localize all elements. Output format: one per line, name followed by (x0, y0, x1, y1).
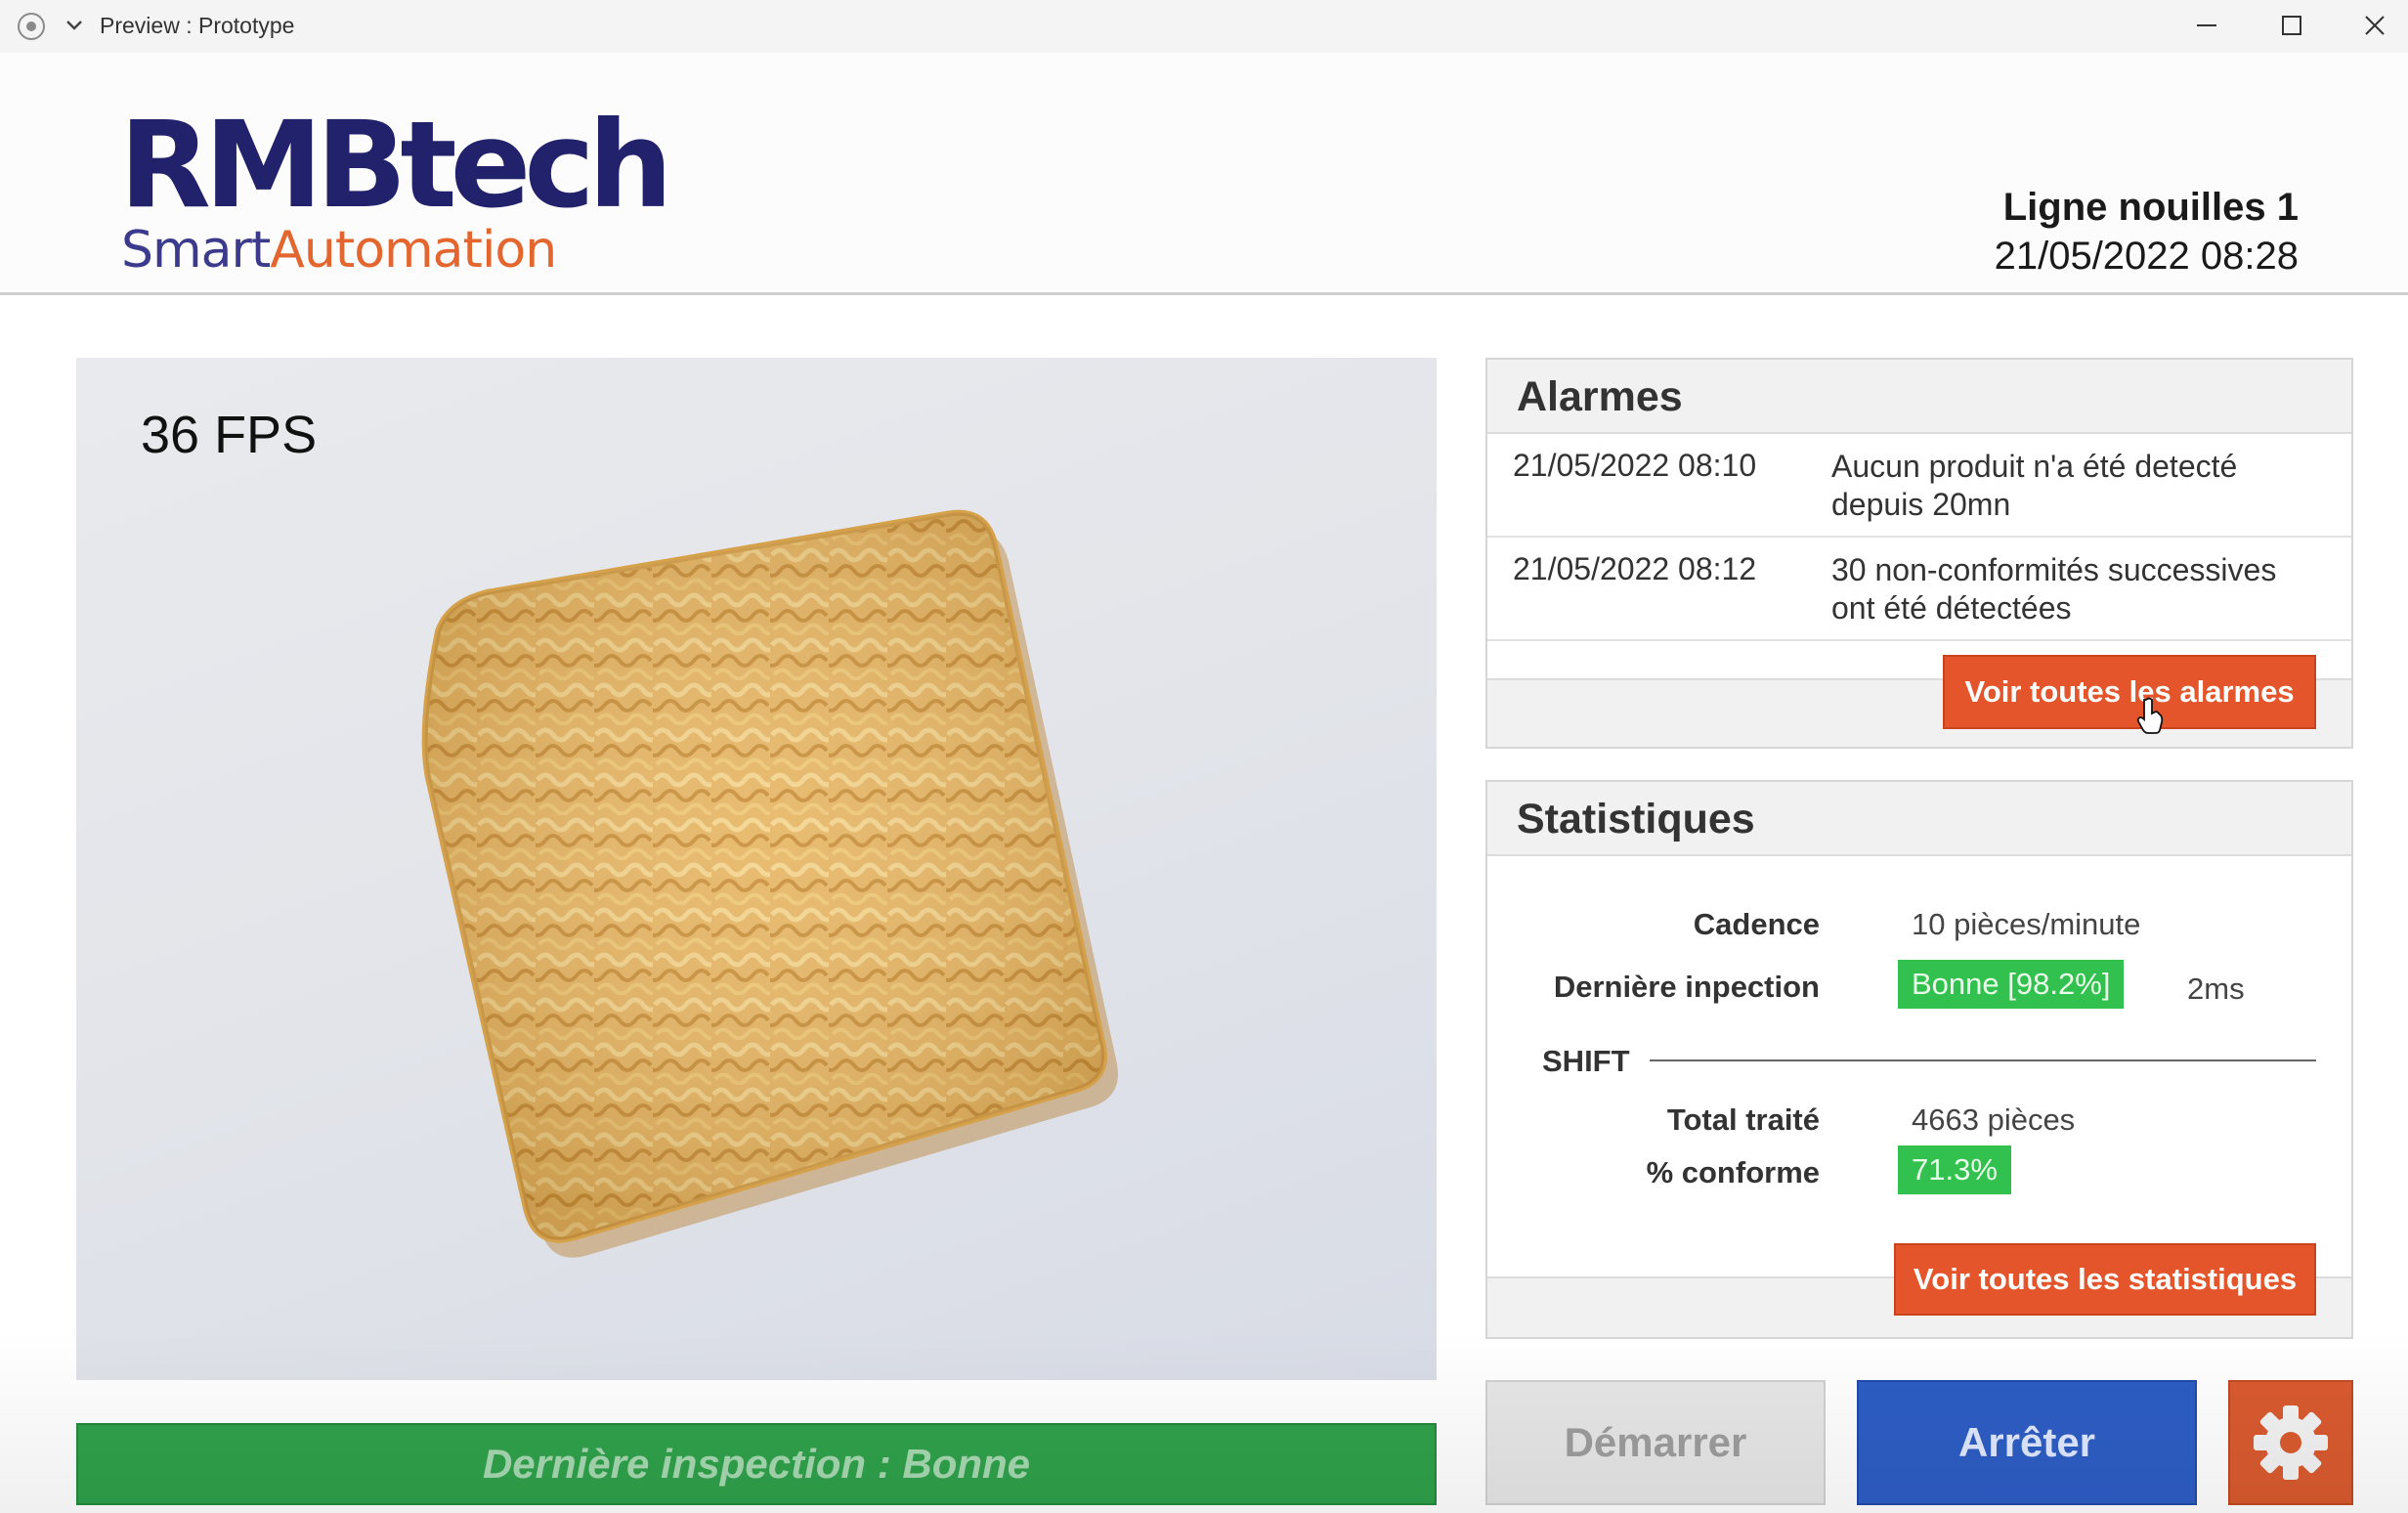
settings-button[interactable] (2228, 1380, 2353, 1505)
maximize-icon[interactable] (2265, 6, 2316, 45)
alarms-panel: Alarmes 21/05/2022 08:10 Aucun produit n… (1485, 358, 2353, 749)
gear-icon (2254, 1405, 2328, 1480)
logo-wordmark: RMBtech (119, 96, 673, 235)
stop-button[interactable]: Arrêter (1857, 1380, 2197, 1505)
cadence-label: Cadence (1693, 907, 1820, 941)
window-menu-icon[interactable] (18, 13, 45, 40)
last-inspection-time: 2ms (2187, 972, 2245, 1006)
total-processed-value: 4663 pièces (1912, 1102, 2076, 1137)
logo-tagline: SmartAutomation (121, 225, 557, 276)
shift-divider (1650, 1059, 2316, 1061)
company-logo: RMBtech SmartAutomation (119, 106, 673, 278)
close-icon[interactable] (2349, 6, 2400, 45)
statistics-panel: Statistiques Cadence 10 pièces/minute De… (1485, 780, 2353, 1339)
alarm-message: Aucun produit n'a été detecté depuis 20m… (1831, 449, 2238, 522)
alarm-time: 21/05/2022 08:12 (1513, 551, 1757, 586)
logo-tagline-automation: Automation (270, 221, 557, 280)
alarm-row[interactable]: 21/05/2022 08:10 Aucun produit n'a été d… (1487, 434, 2351, 538)
cadence-value: 10 pièces/minute (1912, 907, 2141, 941)
noodle-block-image (421, 509, 1119, 1258)
header-datetime: 21/05/2022 08:28 (1994, 235, 2299, 278)
conformity-label: % conforme (1646, 1155, 1820, 1189)
view-all-statistics-button[interactable]: Voir toutes les statistiques (1894, 1243, 2316, 1316)
last-inspection-badge: Bonne [98.2%] (1898, 960, 2125, 1009)
inspection-status-bar: Dernière inspection : Bonne (76, 1423, 1437, 1505)
production-line-name: Ligne nouilles 1 (2002, 186, 2299, 229)
alarm-time: 21/05/2022 08:10 (1513, 448, 1757, 483)
camera-feed: 36 FPS (76, 358, 1437, 1380)
alarm-message: 30 non-conformités successives ont été d… (1831, 552, 2277, 626)
chevron-down-icon[interactable] (61, 12, 88, 39)
conformity-badge: 71.3% (1898, 1146, 2011, 1194)
hand-cursor-icon (2136, 697, 2164, 734)
logo-tagline-smart: Smart (121, 221, 271, 280)
view-all-alarms-button[interactable]: Voir toutes les alarmes (1943, 655, 2316, 729)
alarm-row[interactable]: 21/05/2022 08:12 30 non-conformités succ… (1487, 538, 2351, 641)
total-processed-label: Total traité (1666, 1102, 1820, 1137)
inspection-status-text: Dernière inspection : Bonne (482, 1441, 1031, 1487)
start-button[interactable]: Démarrer (1485, 1380, 1826, 1505)
app-header: RMBtech SmartAutomation Ligne nouilles 1… (0, 53, 2408, 295)
window-titlebar: Preview : Prototype (0, 0, 2408, 53)
alarms-title: Alarmes (1487, 360, 2351, 434)
fps-counter: 36 FPS (141, 406, 318, 464)
window-title: Preview : Prototype (100, 13, 295, 38)
statistics-title: Statistiques (1487, 782, 2351, 856)
minimize-icon[interactable] (2181, 6, 2232, 45)
shift-label: SHIFT (1542, 1044, 1630, 1078)
last-inspection-label: Dernière inpection (1553, 970, 1820, 1004)
